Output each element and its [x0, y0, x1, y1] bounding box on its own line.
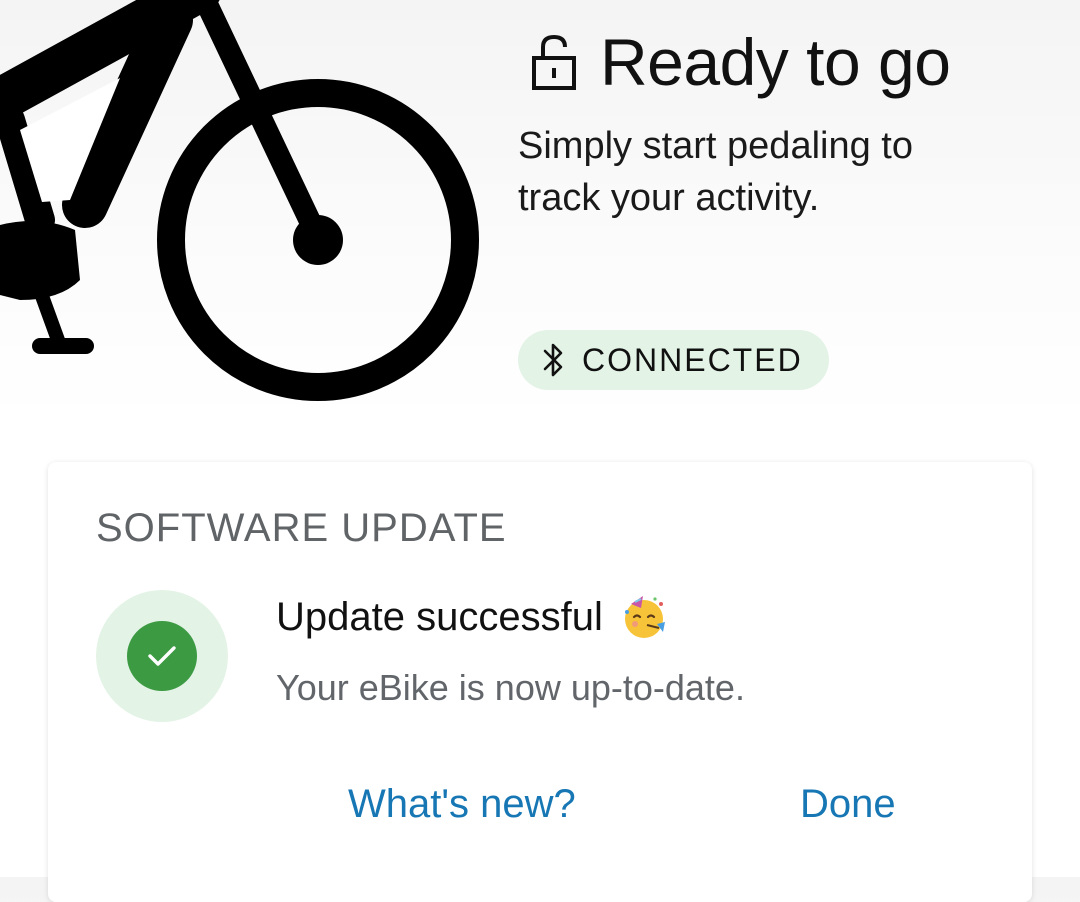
ebike-illustration — [0, 0, 479, 401]
connection-status-label: CONNECTED — [582, 341, 803, 378]
ride-status: Ready to go Simply start pedaling to tra… — [518, 22, 1058, 224]
connection-status-badge: CONNECTED — [518, 330, 829, 390]
status-title-row: Ready to go — [518, 22, 1058, 102]
whats-new-button[interactable]: What's new? — [348, 782, 576, 827]
update-description: Your eBike is now up-to-date. — [276, 667, 745, 708]
bike-kickstand-foot — [32, 338, 94, 354]
bike-rear-hub — [293, 215, 343, 265]
software-update-heading: SOFTWARE UPDATE — [96, 506, 507, 550]
done-button[interactable]: Done — [800, 782, 896, 827]
update-status-indicator — [96, 590, 228, 722]
check-icon — [127, 621, 197, 691]
update-title-row: Update successful — [276, 594, 667, 640]
partying-face-icon — [624, 596, 665, 638]
status-subtitle: Simply start pedaling to track your acti… — [518, 125, 913, 219]
page-title: Ready to go — [600, 25, 951, 99]
unlocked-padlock-icon — [530, 32, 578, 92]
bluetooth-icon — [540, 342, 568, 378]
update-title: Update successful — [276, 594, 603, 639]
software-update-card: SOFTWARE UPDATE Update successful Your e… — [48, 462, 1032, 902]
